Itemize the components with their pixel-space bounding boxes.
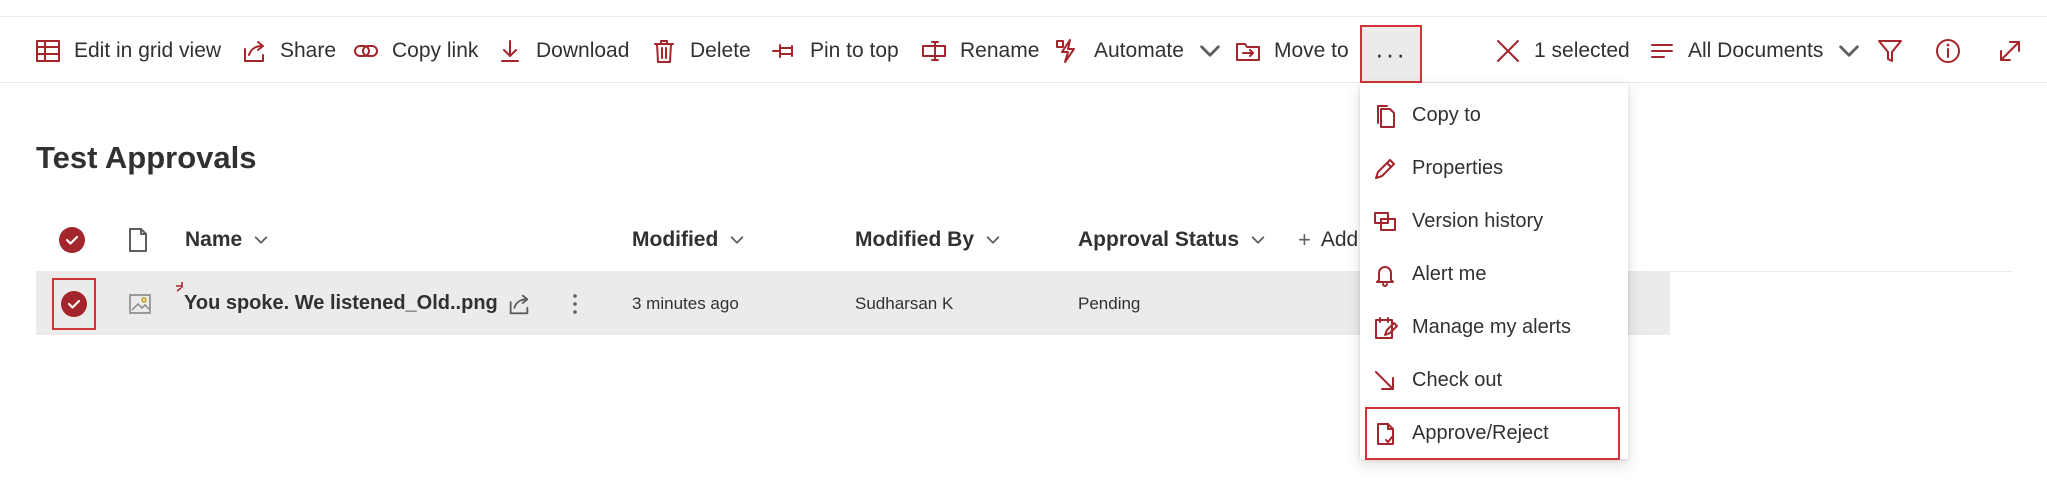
bell-icon bbox=[1372, 262, 1398, 288]
column-header-name[interactable]: Name bbox=[185, 210, 270, 270]
view-label: All Documents bbox=[1688, 38, 1824, 62]
add-column-label: Add bbox=[1320, 228, 1359, 251]
check-circle-icon bbox=[59, 227, 85, 253]
rename-label: Rename bbox=[960, 38, 1040, 62]
menu-item-label: Alert me bbox=[1412, 263, 1487, 285]
expand-button[interactable] bbox=[1996, 17, 2024, 84]
select-all-checkbox[interactable] bbox=[59, 210, 85, 270]
menu-item-label: Properties bbox=[1412, 157, 1504, 179]
link-icon bbox=[352, 37, 380, 65]
approve-document-icon bbox=[1372, 421, 1398, 447]
chevron-down-icon bbox=[252, 231, 270, 249]
automate-icon bbox=[1054, 37, 1082, 65]
delete-button[interactable]: Delete bbox=[650, 17, 751, 84]
pin-to-top-label: Pin to top bbox=[810, 38, 899, 62]
library-title: Test Approvals bbox=[36, 140, 257, 175]
column-approval-status-label: Approval Status bbox=[1078, 228, 1240, 251]
more-icon: ··· bbox=[1375, 38, 1407, 69]
row-share-button[interactable] bbox=[506, 272, 532, 335]
chevron-down-icon bbox=[1249, 231, 1267, 249]
edit-grid-view-button[interactable]: Edit in grid view bbox=[34, 17, 221, 84]
download-button[interactable]: Download bbox=[496, 17, 629, 84]
share-button[interactable]: Share bbox=[240, 17, 336, 84]
vertical-ellipsis-icon bbox=[570, 290, 580, 318]
command-bar: Edit in grid view Share Copy link Downlo… bbox=[0, 16, 2047, 83]
menu-item-version-history[interactable]: Version history bbox=[1360, 195, 1628, 248]
menu-item-alert-me[interactable]: Alert me bbox=[1360, 248, 1628, 301]
menu-item-label: Copy to bbox=[1412, 104, 1481, 126]
check-out-icon bbox=[1372, 368, 1398, 394]
column-header-modified[interactable]: Modified bbox=[632, 210, 746, 270]
column-name-label: Name bbox=[185, 228, 243, 251]
approval-status-cell: Pending bbox=[1078, 293, 1141, 313]
menu-item-label: Check out bbox=[1412, 369, 1503, 391]
share-icon bbox=[240, 37, 268, 65]
menu-item-approve-reject[interactable]: Approve/Reject bbox=[1365, 407, 1620, 460]
pencil-icon bbox=[1372, 156, 1398, 182]
automate-button[interactable]: Automate bbox=[1054, 17, 1224, 84]
document-icon bbox=[124, 226, 152, 254]
column-modified-by-label: Modified By bbox=[855, 228, 974, 251]
column-modified-label: Modified bbox=[632, 228, 719, 251]
check-circle-icon bbox=[61, 291, 87, 317]
menu-item-manage-alerts[interactable]: Manage my alerts bbox=[1360, 301, 1628, 354]
move-icon bbox=[1234, 37, 1262, 65]
chevron-down-icon bbox=[728, 231, 746, 249]
add-column-button[interactable]: + Add bbox=[1298, 210, 1358, 270]
column-header-approval-status[interactable]: Approval Status bbox=[1078, 210, 1267, 270]
grid-icon bbox=[34, 37, 62, 65]
menu-item-label: Manage my alerts bbox=[1412, 316, 1571, 338]
move-to-button[interactable]: Move to bbox=[1234, 17, 1349, 84]
close-icon bbox=[1494, 37, 1522, 65]
move-to-label: Move to bbox=[1274, 38, 1349, 62]
filter-button[interactable] bbox=[1876, 17, 1904, 84]
list-header: Name Modified Modified By Approval Statu… bbox=[36, 210, 2012, 270]
download-label: Download bbox=[536, 38, 630, 62]
share-icon bbox=[506, 291, 532, 317]
file-type-header[interactable] bbox=[124, 210, 152, 270]
expand-icon bbox=[1996, 37, 2024, 65]
file-name-link[interactable]: You spoke. We listened_Old..png bbox=[184, 272, 498, 335]
delete-icon bbox=[650, 37, 678, 65]
row-more-button[interactable] bbox=[570, 272, 580, 335]
share-label: Share bbox=[280, 38, 337, 62]
plus-icon: + bbox=[1298, 227, 1311, 252]
filter-icon bbox=[1876, 37, 1904, 65]
info-icon bbox=[1934, 37, 1962, 65]
menu-item-label: Version history bbox=[1412, 210, 1544, 232]
delete-label: Delete bbox=[690, 38, 751, 62]
version-history-icon bbox=[1372, 209, 1398, 235]
image-file-icon bbox=[126, 272, 154, 335]
manage-alerts-icon bbox=[1372, 315, 1398, 341]
copy-icon bbox=[1372, 103, 1398, 129]
modified-cell: 3 minutes ago bbox=[632, 293, 739, 313]
edit-grid-view-label: Edit in grid view bbox=[74, 38, 222, 62]
row-select-checkbox[interactable] bbox=[52, 278, 96, 330]
pin-icon bbox=[770, 37, 798, 65]
chevron-down-icon bbox=[1835, 37, 1863, 65]
info-button[interactable] bbox=[1934, 17, 1962, 84]
automate-label: Automate bbox=[1094, 38, 1184, 62]
more-actions-button[interactable]: ··· bbox=[1360, 25, 1422, 83]
chevron-down-icon bbox=[1196, 37, 1224, 65]
pin-to-top-button[interactable]: Pin to top bbox=[770, 17, 899, 84]
download-icon bbox=[496, 37, 524, 65]
copy-link-label: Copy link bbox=[392, 38, 479, 62]
view-lines-icon bbox=[1648, 37, 1676, 65]
chevron-down-icon bbox=[984, 231, 1002, 249]
rename-icon bbox=[920, 37, 948, 65]
selection-count: 1 selected bbox=[1534, 38, 1630, 62]
rename-button[interactable]: Rename bbox=[920, 17, 1039, 84]
view-switcher[interactable]: All Documents bbox=[1648, 17, 1863, 84]
more-actions-menu: Copy to Properties Version history Alert… bbox=[1360, 83, 1628, 460]
menu-item-label: Approve/Reject bbox=[1412, 422, 1549, 444]
modified-by-cell[interactable]: Sudharsan K bbox=[855, 272, 953, 335]
copy-link-button[interactable]: Copy link bbox=[352, 17, 478, 84]
menu-item-check-out[interactable]: Check out bbox=[1360, 354, 1628, 407]
menu-item-properties[interactable]: Properties bbox=[1360, 142, 1628, 195]
menu-item-copy-to[interactable]: Copy to bbox=[1360, 89, 1628, 142]
column-header-modified-by[interactable]: Modified By bbox=[855, 210, 1002, 270]
clear-selection-button[interactable]: 1 selected bbox=[1494, 17, 1630, 84]
